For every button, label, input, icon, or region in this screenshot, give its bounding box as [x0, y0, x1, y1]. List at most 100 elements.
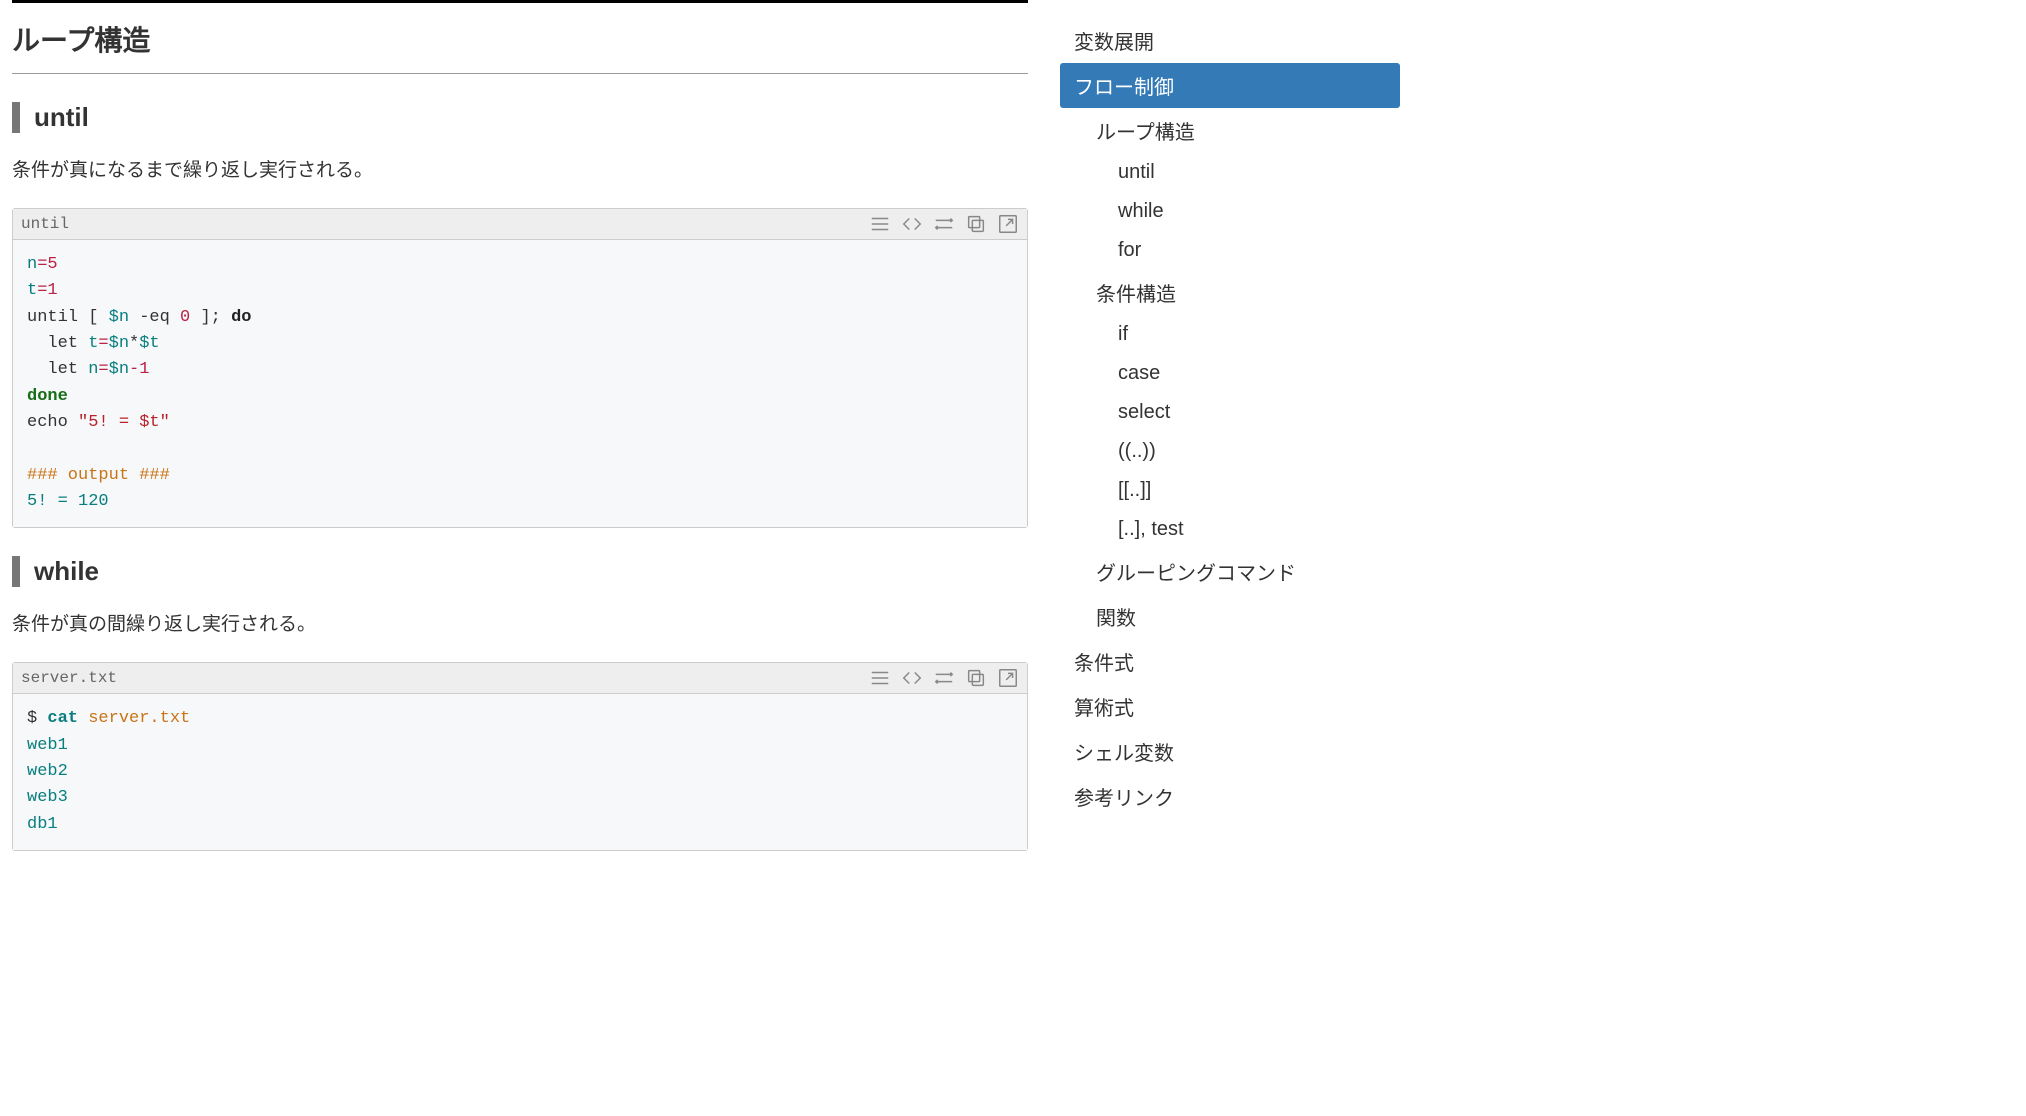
code-token: 5! = 120 [27, 492, 109, 511]
code-icon[interactable] [901, 213, 923, 235]
code-token: echo [27, 413, 78, 432]
code-token: server.txt [88, 709, 190, 728]
code-token: cat [47, 709, 78, 728]
toc-item: フロー制御 [1060, 63, 1400, 108]
code-token: 0 [180, 308, 190, 327]
toc-item: 参考リンク [1060, 774, 1400, 819]
toc-link[interactable]: case [1060, 354, 1400, 393]
open-new-icon[interactable] [997, 667, 1019, 689]
code-token: n [88, 360, 98, 379]
toc-item: case [1060, 354, 1400, 393]
toc-item: シェル変数 [1060, 729, 1400, 774]
toc-link[interactable]: [..], test [1060, 510, 1400, 549]
code-token: let [27, 334, 88, 353]
code-token: web1 [27, 736, 68, 755]
toc-link[interactable]: 変数展開 [1060, 18, 1400, 63]
toc-item: 変数展開 [1060, 18, 1400, 63]
codeblock-header: until [13, 209, 1027, 240]
lines-icon[interactable] [869, 667, 891, 689]
code-token: = [37, 281, 47, 300]
open-new-icon[interactable] [997, 213, 1019, 235]
toc-item: 算術式 [1060, 684, 1400, 729]
toc-link[interactable]: select [1060, 393, 1400, 432]
desc-while: 条件が真の間繰り返し実行される。 [12, 609, 1028, 636]
toc-item: [[..]] [1060, 471, 1400, 510]
toc-link[interactable]: if [1060, 315, 1400, 354]
copy-icon[interactable] [965, 213, 987, 235]
lines-icon[interactable] [869, 213, 891, 235]
code-token: - [129, 360, 139, 379]
code-token: 1 [47, 281, 57, 300]
code-token [78, 709, 88, 728]
codeblock-while: server.txt $ cat server.txt web1 web [12, 662, 1028, 851]
toc-link[interactable]: 算術式 [1060, 684, 1400, 729]
code-token: t [27, 281, 37, 300]
toc-item: while [1060, 192, 1400, 231]
toc-sidebar: 変数展開フロー制御ループ構造untilwhilefor条件構造ifcasesel… [1040, 0, 1420, 919]
code-token: = [98, 360, 108, 379]
code-token: t [88, 334, 98, 353]
code-token: = [37, 255, 47, 274]
code-token: "5! = $t" [78, 413, 170, 432]
code-token: ### output ### [27, 466, 170, 485]
toc-item: ((..)) [1060, 432, 1400, 471]
toc-link[interactable]: 条件式 [1060, 639, 1400, 684]
toc-item: select [1060, 393, 1400, 432]
code-token: web3 [27, 788, 68, 807]
code-token: $n [109, 334, 129, 353]
code-token: = [98, 334, 108, 353]
code-until: n=5 t=1 until [ $n -eq 0 ]; do let t=$n*… [13, 240, 1027, 527]
code-token: until [ [27, 308, 109, 327]
code-token: * [129, 334, 139, 353]
toc-link[interactable]: 参考リンク [1060, 774, 1400, 819]
code-token: do [231, 308, 251, 327]
toc-item: 関数 [1060, 594, 1400, 639]
toc-link[interactable]: 関数 [1060, 594, 1400, 639]
codeblock-until: until n=5 t=1 until [ $n -eq 0 ]; do [12, 208, 1028, 528]
toc-link[interactable]: ループ構造 [1060, 108, 1400, 153]
toc-item: ループ構造 [1060, 108, 1400, 153]
toc-link[interactable]: フロー制御 [1060, 63, 1400, 108]
toc-link[interactable]: while [1060, 192, 1400, 231]
toc-item: for [1060, 231, 1400, 270]
toc-link[interactable]: [[..]] [1060, 471, 1400, 510]
code-token: ]; [190, 308, 231, 327]
codeblock-title: server.txt [21, 669, 117, 687]
code-token: done [27, 387, 68, 406]
wrap-icon[interactable] [933, 213, 955, 235]
toc-link[interactable]: ((..)) [1060, 432, 1400, 471]
codeblock-tools [869, 667, 1019, 689]
main-content: ループ構造 until 条件が真になるまで繰り返し実行される。 until [0, 0, 1040, 919]
toc-item: until [1060, 153, 1400, 192]
code-token: 5 [47, 255, 57, 274]
toc-link[interactable]: 条件構造 [1060, 270, 1400, 315]
heading-while: while [12, 556, 1028, 587]
codeblock-title: until [21, 215, 69, 233]
toc-link[interactable]: シェル変数 [1060, 729, 1400, 774]
code-token: web2 [27, 762, 68, 781]
toc-item: 条件式 [1060, 639, 1400, 684]
toc-item: グルーピングコマンド [1060, 549, 1400, 594]
code-token: -eq [129, 308, 180, 327]
toc-item: if [1060, 315, 1400, 354]
copy-icon[interactable] [965, 667, 987, 689]
code-token: let [27, 360, 88, 379]
heading-until: until [12, 102, 1028, 133]
code-token: 1 [139, 360, 149, 379]
toc-link[interactable]: for [1060, 231, 1400, 270]
toc-link[interactable]: グルーピングコマンド [1060, 549, 1400, 594]
code-token: $t [139, 334, 159, 353]
code-token: $n [109, 308, 129, 327]
code-token: $n [109, 360, 129, 379]
toc-item: 条件構造 [1060, 270, 1400, 315]
codeblock-header: server.txt [13, 663, 1027, 694]
code-token: db1 [27, 815, 58, 834]
code-token: n [27, 255, 37, 274]
section-title: ループ構造 [12, 0, 1028, 74]
desc-until: 条件が真になるまで繰り返し実行される。 [12, 155, 1028, 182]
toc-link[interactable]: until [1060, 153, 1400, 192]
code-icon[interactable] [901, 667, 923, 689]
wrap-icon[interactable] [933, 667, 955, 689]
toc-list: 変数展開フロー制御ループ構造untilwhilefor条件構造ifcasesel… [1060, 18, 1400, 819]
code-token: $ [27, 709, 47, 728]
